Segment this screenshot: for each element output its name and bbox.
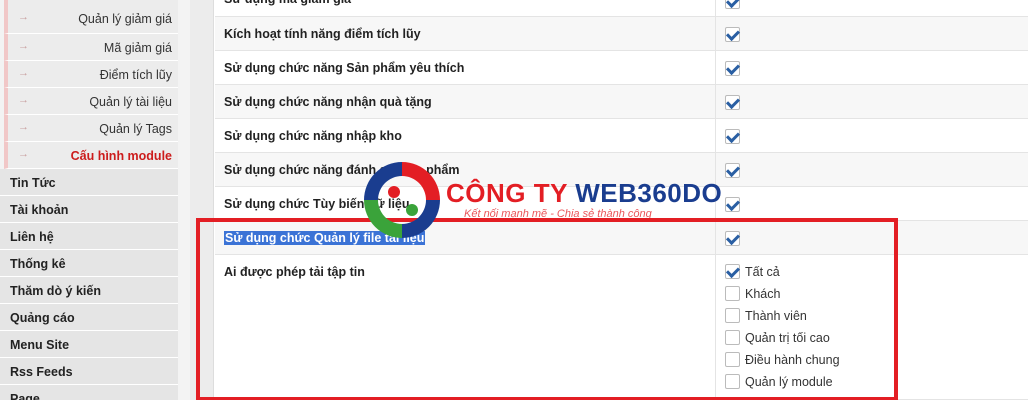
setting-label: Sử dụng mã giảm giá [215,0,715,8]
setting-checkbox[interactable] [725,61,740,76]
table-row: Sử dụng chức năng nhập kho [215,119,1028,153]
arrow-right-icon: → [18,11,29,23]
table-row: Kích hoạt tính năng điểm tích lũy [215,17,1028,51]
setting-checkbox[interactable] [725,163,740,178]
permission-checkbox[interactable] [725,352,740,367]
sidebar-subitem-label: Quản lý tài liệu [89,95,172,109]
table-row: Sử dụng chức năng nhận quà tặng [215,85,1028,119]
table-row: Sử dụng chức Quản lý file tài liệu [215,221,1028,255]
sidebar-subitem-documents[interactable]: → Quản lý tài liệu [4,88,178,115]
sidebar-subitem-discount-codes[interactable]: → Mã giảm giá [4,34,178,61]
setting-label: Ai được phép tải tập tin [224,265,365,279]
settings-table: Sử dụng mã giảm giá Kích hoạt tính năng … [215,0,1028,400]
sidebar-subitem-label: Điểm tích lũy [99,68,172,82]
permission-checkbox[interactable] [725,264,740,279]
setting-label: Sử dụng chức năng đánh giá sản phẩm [224,163,460,177]
sidebar-item-news[interactable]: Tin Tức [0,169,178,196]
setting-label-selected: Sử dụng chức Quản lý file tài liệu [224,231,426,245]
sidebar-subitem-loyalty-points[interactable]: → Điểm tích lũy [4,61,178,88]
sidebar-subitem-label: Mã giảm giá [103,41,172,55]
setting-checkbox[interactable] [725,95,740,110]
sidebar-subitem-tags[interactable]: → Quản lý Tags [4,115,178,142]
table-row: Sử dụng mã giảm giá [215,0,1028,17]
setting-label: Sử dụng chức năng nhận quà tặng [224,95,432,109]
sidebar-subitem-module-config[interactable]: → Cấu hình module [4,142,178,169]
scroll-gutter [190,0,214,400]
admin-sidebar: → Quản lý giảm giá → Mã giảm giá → Điểm … [0,0,190,400]
arrow-right-icon: → [18,40,29,52]
permission-checkbox[interactable] [725,330,740,345]
setting-checkbox[interactable] [725,0,740,9]
sidebar-subitem-label: Quản lý Tags [99,122,172,136]
sidebar-subitem-label: Cấu hình module [70,149,172,163]
setting-label: Sử dụng chức Tùy biến dữ liệu [224,197,410,211]
setting-label: Kích hoạt tính năng điểm tích lũy [224,27,421,41]
setting-checkbox[interactable] [725,197,740,212]
arrow-right-icon: → [18,148,29,160]
arrow-right-icon: → [18,67,29,79]
sidebar-item-statistics[interactable]: Thống kê [0,250,178,277]
setting-checkbox[interactable] [725,129,740,144]
arrow-right-icon: → [18,121,29,133]
table-row: Sử dụng chức Tùy biến dữ liệu [215,187,1028,221]
sidebar-subitem-discount-management[interactable]: → Quản lý giảm giá [4,0,178,34]
table-row-download-permission: Ai được phép tải tập tin Tất cả Khách Th… [215,255,1028,400]
setting-label: Sử dụng chức năng Sản phẩm yêu thích [224,61,465,75]
sidebar-item-ads[interactable]: Quảng cáo [0,304,178,331]
table-row: Sử dụng chức năng Sản phẩm yêu thích [215,51,1028,85]
sidebar-item-menu-site[interactable]: Menu Site [0,331,178,358]
sidebar-item-rss-feeds[interactable]: Rss Feeds [0,358,178,385]
sidebar-item-polls[interactable]: Thăm dò ý kiến [0,277,178,304]
arrow-right-icon: → [18,94,29,106]
sidebar-item-accounts[interactable]: Tài khoản [0,196,178,223]
setting-label: Sử dụng chức năng nhập kho [224,129,402,143]
sidebar-item-page[interactable]: Page [0,385,178,400]
setting-checkbox[interactable] [725,231,740,246]
table-row: Sử dụng chức năng đánh giá sản phẩm [215,153,1028,187]
setting-checkbox[interactable] [725,27,740,42]
sidebar-item-contact[interactable]: Liên hệ [0,223,178,250]
permission-checkbox[interactable] [725,286,740,301]
permission-checkbox[interactable] [725,374,740,389]
sidebar-subitem-label: Quản lý giảm giá [78,12,172,26]
permission-checkbox[interactable] [725,308,740,323]
